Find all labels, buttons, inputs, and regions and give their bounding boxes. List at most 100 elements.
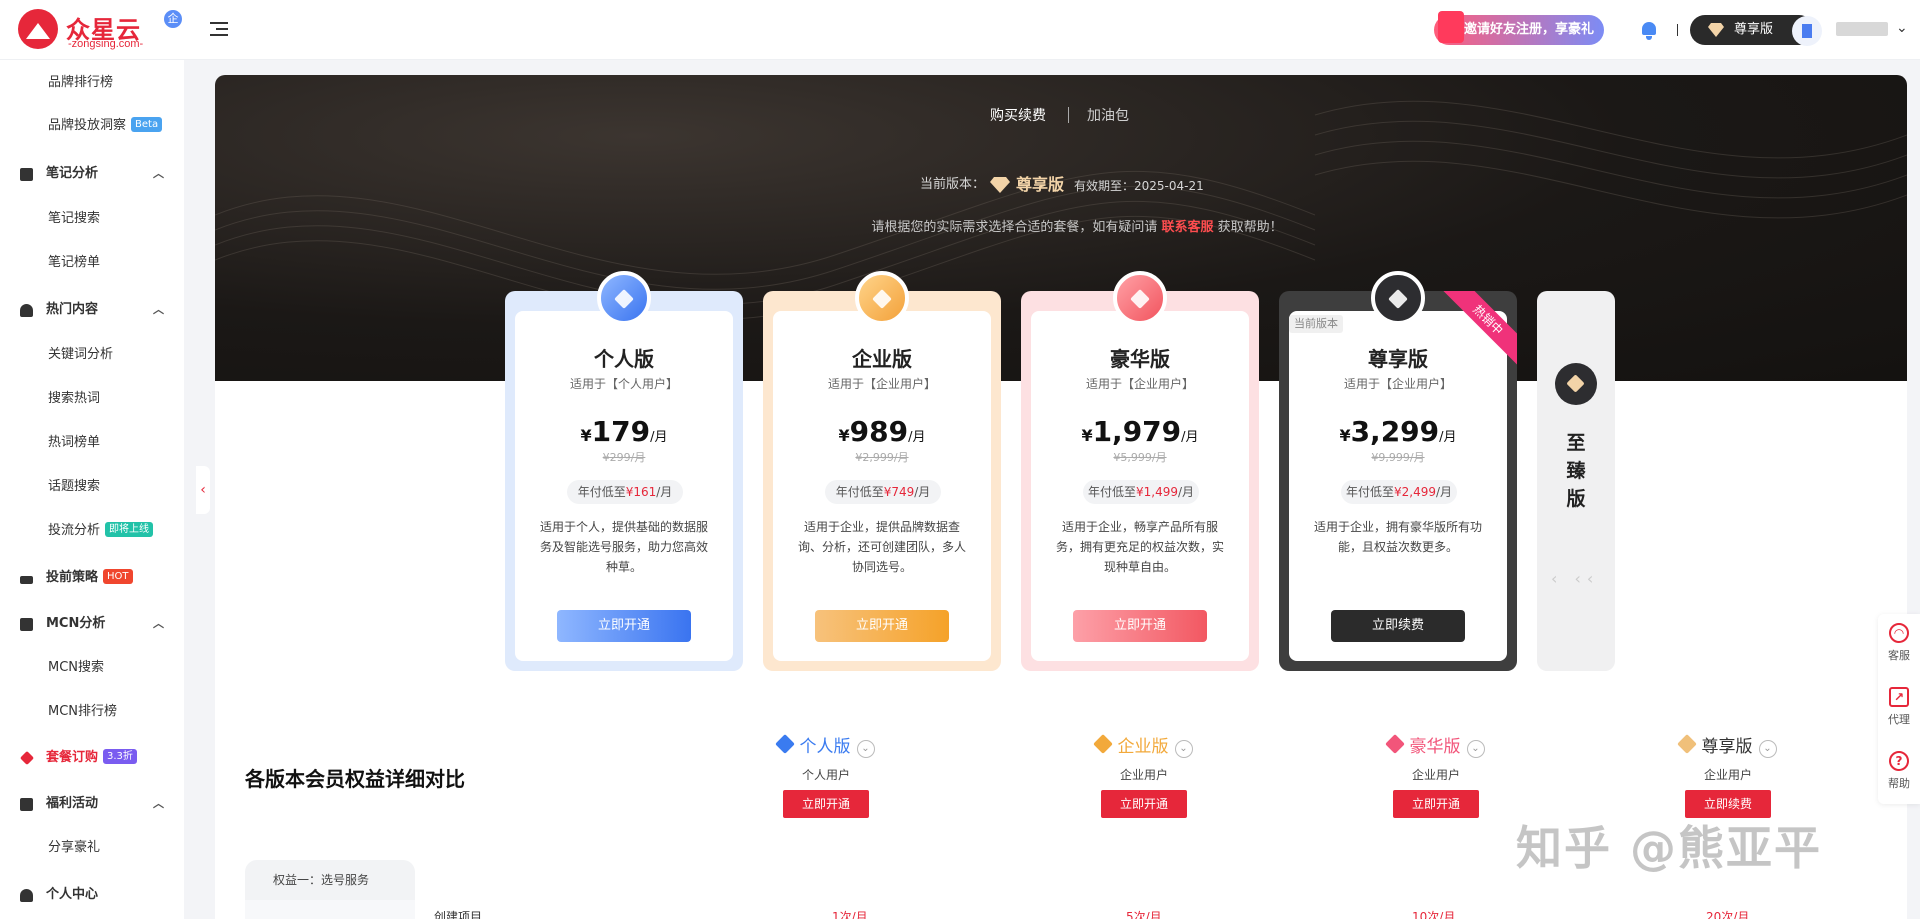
sidebar-item-keyword-analysis[interactable]: 关键词分析 <box>0 340 184 370</box>
bell-icon[interactable] <box>1640 20 1658 40</box>
sidebar-item-brand-insight[interactable]: 品牌投放洞察 Beta <box>0 111 184 141</box>
coming-soon-badge: 即将上线 <box>105 522 154 537</box>
compare-activate-luxury-button[interactable]: 立即开通 <box>1393 790 1479 818</box>
sidebar-item-search-hot-words[interactable]: 搜索热词 <box>0 384 184 414</box>
invite-banner[interactable]: 邀请好友注册，享豪礼 <box>1434 11 1604 45</box>
benefit-subpanel <box>245 900 415 919</box>
diamond-icon <box>1113 271 1167 325</box>
current-version-label: 当前版本： <box>920 177 986 192</box>
compare-activate-enterprise-button[interactable]: 立即开通 <box>1101 790 1187 818</box>
note-icon <box>20 168 33 181</box>
enterprise-badge: 企 <box>164 10 182 28</box>
plan-name: 豪华版 <box>1110 347 1170 371</box>
plan-annual-price: 年付低至¥161/月 <box>567 480 683 504</box>
activate-enterprise-button[interactable]: 立即开通 <box>815 610 949 642</box>
plan-original-price: ¥5,999/月 <box>1113 451 1167 464</box>
benefit-value-premium: 20次/月 <box>1706 910 1750 919</box>
chevron-down-icon: ⌄ <box>1758 740 1777 758</box>
tab-divider <box>1068 107 1069 123</box>
plan-price: ¥3,299/月 <box>1339 415 1457 448</box>
customer-service-button[interactable]: ◠ 客服 <box>1878 614 1920 674</box>
tab-purchase-renew[interactable]: 购买续费 <box>990 105 1046 125</box>
sidebar-group-hot-content[interactable]: 热门内容 ︿ <box>0 295 184 325</box>
chevron-down-icon: ⌄ <box>1174 740 1193 758</box>
current-version-line: 当前版本： 尊享版 有效期至：2025-04-21 <box>920 172 1220 198</box>
diamond-icon <box>1676 734 1697 754</box>
chevron-left-icon[interactable]: ‹ ‹‹ <box>1551 569 1599 588</box>
menu-toggle-icon[interactable] <box>210 22 228 38</box>
compare-col-enterprise: 企业版 ⌄ 企业用户 立即开通 <box>1049 730 1239 820</box>
chart-icon: ↗ <box>1889 687 1909 707</box>
plan-description: 适用于个人，提供基础的数据服务及智能选号服务，助力您高效种草。 <box>539 520 708 574</box>
plan-card-luxury[interactable]: 豪华版 适用于【企业用户】 ¥1,979/月 ¥5,999/月 年付低至¥1,4… <box>1021 271 1259 671</box>
user-name-blurred[interactable] <box>1836 22 1888 36</box>
tab-fuel-pack[interactable]: 加油包 <box>1087 105 1129 125</box>
sidebar: 品牌排行榜 品牌投放洞察 Beta 笔记分析 ︿ 笔记搜索 笔记榜单 热门内容 ︿ 关… <box>0 60 184 919</box>
sidebar-collapse-handle[interactable]: ‹ <box>196 466 210 514</box>
compare-plan-name[interactable]: 豪华版 ⌄ <box>1341 732 1531 758</box>
sidebar-item-hot-word-ranking[interactable]: 热词榜单 <box>0 428 184 458</box>
compare-plan-user: 企业用户 <box>1119 768 1168 782</box>
sidebar-item-brand-ranking[interactable]: 品牌排行榜 <box>0 68 184 98</box>
plan-card-enterprise[interactable]: 企业版 适用于【企业用户】 ¥989/月 ¥2,999/月 年付低至¥749/月… <box>763 271 1001 671</box>
agent-button[interactable]: ↗ 代理 <box>1878 678 1920 738</box>
gift-icon <box>1438 11 1464 43</box>
plan-audience: 适用于【企业用户】 <box>1343 377 1452 391</box>
floating-toolbar: ◠ 客服 ↗ 代理 ? 帮助 <box>1878 614 1920 804</box>
plan-original-price: ¥299/月 <box>602 451 646 464</box>
header-divider <box>1677 24 1678 36</box>
plan-card-ultimate[interactable]: 至臻版 ‹ ‹‹ <box>1537 291 1615 671</box>
contact-support-link[interactable]: 联系客服 <box>1161 220 1213 235</box>
strategy-icon <box>20 576 33 584</box>
chevron-up-icon: ︿ <box>153 797 164 810</box>
plan-card-premium[interactable]: 当前版本 热销中 尊享版 适用于【企业用户】 ¥3,299/月 ¥9,999/月… <box>1279 271 1517 671</box>
logo[interactable]: 众星云 -zongsing.com- <box>18 9 178 51</box>
plan-price: ¥179/月 <box>580 415 668 448</box>
chevron-up-icon: ︿ <box>153 303 164 316</box>
sidebar-item-note-search[interactable]: 笔记搜索 <box>0 204 184 234</box>
compare-plan-name[interactable]: 企业版 ⌄ <box>1049 732 1239 758</box>
sidebar-item-share-gift[interactable]: 分享豪礼 <box>0 833 184 863</box>
sidebar-item-personal-center[interactable]: 个人中心 <box>0 880 184 910</box>
sidebar-item-pre-strategy[interactable]: 投前策略 HOT <box>0 563 184 593</box>
sidebar-group-note-analysis[interactable]: 笔记分析 ︿ <box>0 159 184 189</box>
hot-badge: HOT <box>103 569 133 584</box>
compare-activate-personal-button[interactable]: 立即开通 <box>783 790 869 818</box>
diamond-icon <box>774 734 795 754</box>
plan-audience: 适用于【个人用户】 <box>569 377 678 391</box>
sidebar-item-topic-search[interactable]: 话题搜索 <box>0 472 184 502</box>
purchase-tabs: 购买续费 加油包 <box>990 105 1140 125</box>
diamond-icon <box>1384 734 1405 754</box>
sidebar-item-traffic-analysis[interactable]: 投流分析 即将上线 <box>0 516 184 546</box>
compare-plan-name[interactable]: 个人版 ⌄ <box>731 732 921 758</box>
diamond-icon <box>1708 23 1724 37</box>
activate-luxury-button[interactable]: 立即开通 <box>1073 610 1207 642</box>
sidebar-item-mcn-search[interactable]: MCN搜索 <box>0 653 184 683</box>
plan-original-price: ¥2,999/月 <box>855 451 909 464</box>
plan-original-price: ¥9,999/月 <box>1371 451 1425 464</box>
benefit-tab[interactable]: 权益一：选号服务 <box>245 860 415 900</box>
activate-personal-button[interactable]: 立即开通 <box>557 610 691 642</box>
renew-premium-button[interactable]: 立即续费 <box>1331 610 1465 642</box>
diamond-icon <box>1371 271 1425 325</box>
compare-col-personal: 个人版 ⌄ 个人用户 立即开通 <box>731 730 921 820</box>
flame-icon <box>20 304 33 317</box>
chevron-up-icon: ︿ <box>153 167 164 180</box>
chevron-down-icon[interactable]: ⌄ <box>1896 20 1908 36</box>
sidebar-item-mcn-ranking[interactable]: MCN排行榜 <box>0 697 184 727</box>
benefit-value-enterprise: 5次/月 <box>1126 910 1162 919</box>
building-icon[interactable] <box>1792 16 1822 46</box>
diamond-icon <box>19 750 35 766</box>
sidebar-group-welfare[interactable]: 福利活动 ︿ <box>0 789 184 819</box>
diamond-icon <box>1092 734 1113 754</box>
sidebar-group-mcn-analysis[interactable]: MCN分析 ︿ <box>0 609 184 639</box>
sidebar-item-note-ranking[interactable]: 笔记榜单 <box>0 248 184 278</box>
plan-card-personal[interactable]: 个人版 适用于【个人用户】 ¥179/月 ¥299/月 年付低至¥161/月 适… <box>505 271 743 671</box>
logo-mark-icon <box>18 9 58 49</box>
sidebar-item-plan-subscription[interactable]: 套餐订购 3.3折 <box>0 743 184 773</box>
question-icon: ? <box>1889 751 1909 771</box>
help-button[interactable]: ? 帮助 <box>1878 742 1920 802</box>
compare-plan-name[interactable]: 尊享版 ⌄ <box>1633 732 1823 758</box>
plan-name: 尊享版 <box>1368 347 1428 371</box>
chevron-up-icon: ︿ <box>153 617 164 630</box>
